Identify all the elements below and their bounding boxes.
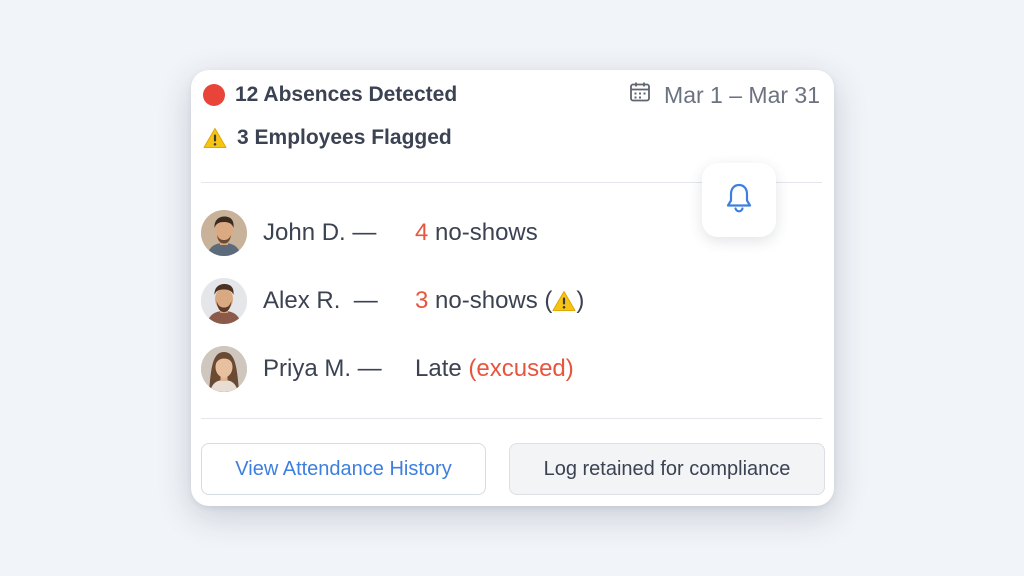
warning-icon	[552, 290, 576, 312]
status-text: no-shows (	[428, 287, 553, 314]
card-header: 12 Absences Detected Mar 1 – Mar 31	[203, 80, 820, 110]
absences-count-label: 12 Absences Detected	[235, 83, 458, 106]
employee-status: Late (excused)	[415, 355, 574, 383]
status-suffix: )	[576, 287, 585, 314]
no-show-count: 3	[415, 287, 429, 314]
red-circle-icon	[203, 84, 225, 106]
calendar-icon	[628, 80, 652, 110]
employee-name: John D. —	[263, 219, 377, 246]
no-show-count: 4	[415, 219, 429, 246]
avatar	[201, 278, 247, 324]
status-text: no-shows	[428, 219, 538, 246]
date-range: Mar 1 – Mar 31	[628, 80, 820, 110]
employee-name: Priya M. —	[263, 355, 382, 382]
absences-summary: 12 Absences Detected	[203, 83, 457, 107]
employee-row: Priya M. — Late (excused)	[201, 346, 801, 392]
employee-status: 3 no-shows ( )	[415, 287, 584, 315]
employee-row: Alex R. — 3 no-shows ( )	[201, 278, 801, 324]
flagged-count-label: 3 Employees Flagged	[237, 126, 452, 149]
flagged-summary: 3 Employees Flagged	[203, 126, 452, 150]
status-text: Late	[415, 355, 469, 382]
avatar	[201, 210, 247, 256]
compliance-log-button[interactable]: Log retained for compliance	[509, 443, 825, 495]
employee-status: 4 no-shows	[415, 219, 538, 247]
absence-summary-card: 12 Absences Detected Mar 1 – Mar 31 3 Em…	[191, 70, 834, 506]
date-range-label: Mar 1 – Mar 31	[664, 81, 820, 108]
employee-row: John D. — 4 no-shows	[201, 210, 801, 256]
excused-label: (excused)	[468, 355, 574, 382]
view-attendance-history-button[interactable]: View Attendance History	[201, 443, 486, 495]
warning-icon	[203, 127, 227, 149]
employee-name: Alex R. —	[263, 287, 378, 314]
avatar	[201, 346, 247, 392]
divider	[201, 418, 822, 419]
